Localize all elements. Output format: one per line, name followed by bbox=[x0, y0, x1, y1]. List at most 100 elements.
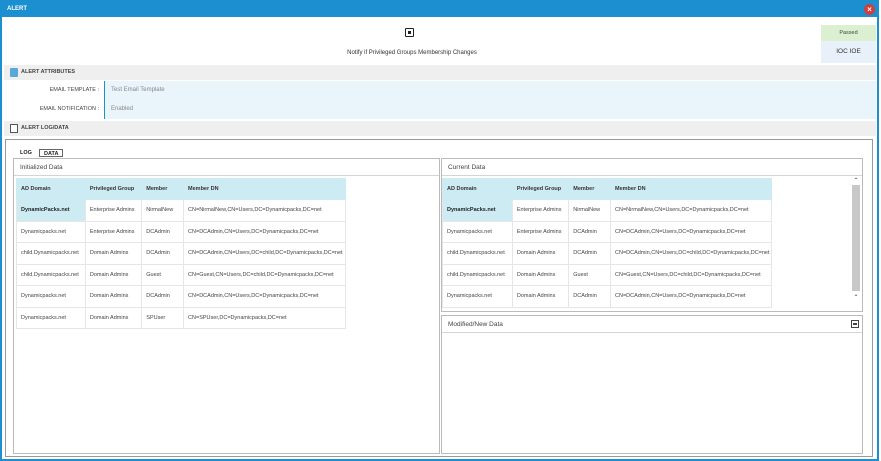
cell-member: NirmalNew bbox=[568, 199, 612, 222]
cell-member: NirmalNew bbox=[141, 199, 185, 222]
tab-log[interactable]: LOG bbox=[16, 149, 36, 157]
cell-ad-domain: Dynamicpacks.net bbox=[442, 220, 513, 243]
cell-member-dn: CN=DCAdmin,CN=Users,DC=Dynamicpacks,DC=n… bbox=[610, 285, 772, 308]
cell-privileged-group: Enterprise Admins bbox=[511, 199, 570, 222]
current-data-scrollbar[interactable]: ⌃ ⌄ bbox=[852, 177, 860, 309]
cell-member-dn: CN=NirmalNew,CN=Users,DC=Dynamicpacks,DC… bbox=[610, 199, 772, 222]
current-data-table: AD Domain Privileged Group Member Member… bbox=[442, 178, 772, 308]
tab-data[interactable]: DATA bbox=[39, 149, 64, 157]
cell-privileged-group: Domain Admins bbox=[511, 285, 570, 308]
col-member-dn[interactable]: Member DN bbox=[610, 178, 772, 200]
table-row[interactable]: DynamicPacks.net Enterprise Admins Nirma… bbox=[16, 199, 346, 222]
document-icon bbox=[10, 124, 18, 133]
status-ioc-label: IOC IOE bbox=[821, 41, 876, 63]
table-row[interactable]: child.Dynamicpacks.net Domain Admins Gue… bbox=[16, 263, 346, 286]
modified-data-title: Modified/New Data bbox=[442, 316, 862, 333]
col-member[interactable]: Member bbox=[568, 178, 612, 200]
close-button[interactable]: × bbox=[864, 4, 875, 15]
cell-privileged-group: Domain Admins bbox=[84, 263, 143, 286]
col-member-dn[interactable]: Member DN bbox=[183, 178, 346, 200]
cell-privileged-group: Domain Admins bbox=[84, 285, 143, 308]
table-row[interactable]: Dynamicpacks.net Domain Admins DCAdmin C… bbox=[16, 285, 346, 308]
table-header-row: AD Domain Privileged Group Member Member… bbox=[16, 178, 346, 200]
initialized-data-title: Initialized Data bbox=[14, 159, 439, 176]
cell-ad-domain: child.Dynamicpacks.net bbox=[16, 263, 86, 286]
cell-privileged-group: Enterprise Admins bbox=[511, 220, 570, 243]
table-row[interactable]: Dynamicpacks.net Enterprise Admins DCAdm… bbox=[16, 220, 346, 243]
table-row[interactable]: DynamicPacks.net Enterprise Admins Nirma… bbox=[442, 199, 772, 222]
cell-member-dn: CN=Guest,CN=Users,DC=child,DC=Dynamicpac… bbox=[610, 263, 772, 286]
scroll-thumb[interactable] bbox=[852, 185, 860, 291]
table-row[interactable]: child.Dynamicpacks.net Domain Admins DCA… bbox=[16, 242, 346, 265]
cell-member-dn: CN=DCAdmin,CN=Users,DC=Dynamicpacks,DC=n… bbox=[610, 220, 772, 243]
status-box: Passed IOC IOE bbox=[821, 25, 876, 63]
export-icon[interactable] bbox=[851, 320, 859, 328]
cell-member: DCAdmin bbox=[141, 220, 185, 243]
cell-member-dn: CN=NirmalNew,CN=Users,DC=Dynamicpacks,DC… bbox=[183, 199, 346, 222]
cell-ad-domain: child.Dynamicpacks.net bbox=[16, 242, 86, 265]
col-ad-domain[interactable]: AD Domain bbox=[16, 178, 86, 200]
col-ad-domain[interactable]: AD Domain bbox=[442, 178, 513, 200]
cell-member: DCAdmin bbox=[141, 242, 185, 265]
col-privileged-group[interactable]: Privileged Group bbox=[511, 178, 570, 200]
email-template-value: Test Email Template bbox=[104, 81, 876, 100]
scroll-up-icon[interactable]: ⌃ bbox=[852, 177, 860, 185]
current-data-panel: Current Data AD Domain Privileged Group … bbox=[441, 158, 863, 312]
cell-member: SPUser bbox=[141, 306, 185, 329]
current-data-title: Current Data bbox=[442, 159, 862, 176]
cell-ad-domain: child.Dynamicpacks.net bbox=[442, 242, 513, 265]
col-member[interactable]: Member bbox=[141, 178, 185, 200]
cell-member-dn: CN=Guest,CN=Users,DC=child,DC=Dynamicpac… bbox=[183, 263, 346, 286]
cell-privileged-group: Domain Admins bbox=[84, 306, 143, 329]
table-row[interactable]: Dynamicpacks.net Domain Admins SPUser CN… bbox=[16, 306, 346, 329]
cell-member: DCAdmin bbox=[568, 242, 612, 265]
scroll-down-icon[interactable]: ⌄ bbox=[852, 291, 860, 299]
cell-member: DCAdmin bbox=[141, 285, 185, 308]
cell-ad-domain: Dynamicpacks.net bbox=[16, 306, 86, 329]
cell-ad-domain: DynamicPacks.net bbox=[16, 199, 86, 222]
modified-data-panel: Modified/New Data bbox=[441, 315, 863, 454]
cell-privileged-group: Domain Admins bbox=[511, 242, 570, 265]
cell-member: Guest bbox=[568, 263, 612, 286]
cell-member-dn: CN=SPUser,DC=Dynamicpacks,DC=net bbox=[183, 306, 346, 329]
alert-log-data-label: ALERT LOG/DATA bbox=[21, 125, 69, 131]
alert-type-icon bbox=[405, 28, 414, 37]
table-row[interactable]: Dynamicpacks.net Domain Admins DCAdmin C… bbox=[442, 285, 772, 308]
attributes-icon bbox=[10, 68, 18, 77]
cell-member: DCAdmin bbox=[568, 220, 612, 243]
table-row[interactable]: child.Dynamicpacks.net Domain Admins DCA… bbox=[442, 242, 772, 265]
cell-member: Guest bbox=[141, 263, 185, 286]
alert-attributes-label: ALERT ATTRIBUTES bbox=[21, 69, 76, 75]
cell-ad-domain: DynamicPacks.net bbox=[442, 199, 513, 222]
initialized-data-table: AD Domain Privileged Group Member Member… bbox=[16, 178, 346, 329]
window-title: ALERT bbox=[7, 6, 27, 12]
cell-privileged-group: Enterprise Admins bbox=[84, 220, 143, 243]
cell-privileged-group: Domain Admins bbox=[511, 263, 570, 286]
cell-member-dn: CN=DCAdmin,CN=Users,DC=Dynamicpacks,DC=n… bbox=[183, 220, 346, 243]
alert-attributes-header[interactable]: ALERT ATTRIBUTES bbox=[4, 65, 876, 80]
email-notification-value: Enabled bbox=[104, 100, 876, 119]
email-notification-label: EMAIL NOTIFICATION : bbox=[39, 106, 99, 112]
cell-member: DCAdmin bbox=[568, 285, 612, 308]
status-passed-badge: Passed bbox=[821, 25, 876, 41]
window-titlebar: ALERT × bbox=[2, 2, 877, 17]
alert-header: Notify if Privileged Groups Membership C… bbox=[4, 22, 820, 64]
initialized-data-panel: Initialized Data AD Domain Privileged Gr… bbox=[13, 158, 440, 454]
cell-member-dn: CN=DCAdmin,CN=Users,DC=child,DC=Dynamicp… bbox=[183, 242, 346, 265]
cell-member-dn: CN=DCAdmin,CN=Users,DC=child,DC=Dynamicp… bbox=[610, 242, 772, 265]
attr-row-email-template: EMAIL TEMPLATE : Test Email Template bbox=[4, 81, 876, 100]
col-privileged-group[interactable]: Privileged Group bbox=[84, 178, 143, 200]
cell-ad-domain: Dynamicpacks.net bbox=[442, 285, 513, 308]
table-row[interactable]: Dynamicpacks.net Enterprise Admins DCAdm… bbox=[442, 220, 772, 243]
cell-ad-domain: Dynamicpacks.net bbox=[16, 220, 86, 243]
table-header-row: AD Domain Privileged Group Member Member… bbox=[442, 178, 772, 200]
cell-privileged-group: Enterprise Admins bbox=[84, 199, 143, 222]
alert-log-data-header[interactable]: ALERT LOG/DATA bbox=[4, 121, 876, 136]
email-template-label: EMAIL TEMPLATE : bbox=[49, 87, 99, 93]
attr-row-email-notification: EMAIL NOTIFICATION : Enabled bbox=[4, 100, 876, 119]
alert-title: Notify if Privileged Groups Membership C… bbox=[347, 50, 477, 56]
cell-ad-domain: child.Dynamicpacks.net bbox=[442, 263, 513, 286]
table-row[interactable]: child.Dynamicpacks.net Domain Admins Gue… bbox=[442, 263, 772, 286]
log-data-area: LOG DATA Initialized Data AD Domain Priv… bbox=[5, 139, 873, 457]
cell-member-dn: CN=DCAdmin,CN=Users,DC=Dynamicpacks,DC=n… bbox=[183, 285, 346, 308]
